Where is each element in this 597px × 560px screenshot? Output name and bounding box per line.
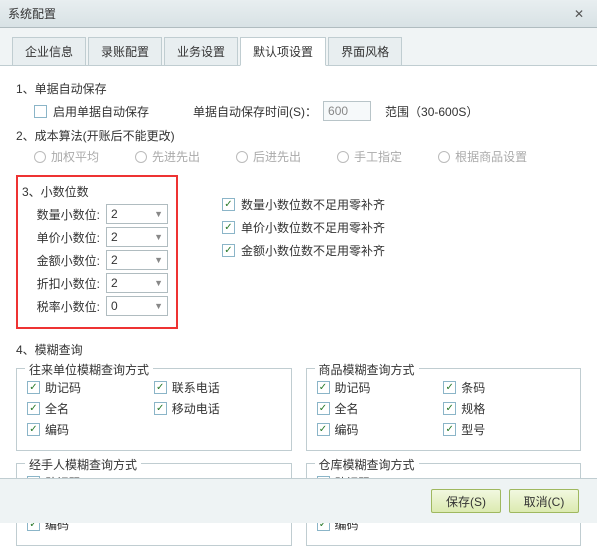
spin-tax-label: 税率小数位: (22, 298, 100, 315)
radio-icon (337, 151, 349, 163)
unit-legend: 往来单位模糊查询方式 (25, 361, 153, 378)
close-icon[interactable]: ✕ (569, 6, 589, 22)
enable-autosave-checkbox[interactable] (34, 105, 47, 118)
chevron-down-icon: ▼ (154, 278, 163, 288)
button-bar: 保存(S) 取消(C) (0, 478, 597, 523)
section1-head: 1、单据自动保存 (16, 80, 581, 97)
interval-label: 单据自动保存时间(S)： (193, 103, 317, 120)
tab-style[interactable]: 界面风格 (328, 37, 402, 66)
save-button[interactable]: 保存(S) (431, 489, 501, 513)
warehouse-legend: 仓库模糊查询方式 (315, 456, 419, 473)
spin-qty[interactable]: 2▼ (106, 204, 168, 224)
unit-mobile-checkbox[interactable] (154, 402, 167, 415)
goods-code-checkbox[interactable] (317, 423, 330, 436)
pad-amount-checkbox[interactable] (222, 244, 235, 257)
radio-bygoods: 根据商品设置 (438, 148, 527, 165)
range-label: 范围（30-600S） (385, 103, 478, 120)
goods-fieldset: 商品模糊查询方式 助记码 全名 编码 条码 规格 型号 (306, 368, 582, 451)
radio-lifo: 后进先出 (236, 148, 301, 165)
unit-phone-checkbox[interactable] (154, 381, 167, 394)
window-title: 系统配置 (8, 5, 569, 22)
radio-icon (236, 151, 248, 163)
tab-ledger[interactable]: 录账配置 (88, 37, 162, 66)
tab-defaults[interactable]: 默认项设置 (240, 37, 326, 66)
tab-company[interactable]: 企业信息 (12, 37, 86, 66)
pad-amount-label: 金额小数位数不足用零补齐 (241, 242, 385, 259)
decimal-highlight-box: 3、小数位数 数量小数位: 2▼ 单价小数位: 2▼ 金额小数位: 2▼ 折扣小数位:… (16, 175, 178, 329)
spin-price-label: 单价小数位: (22, 229, 100, 246)
unit-code-checkbox[interactable] (27, 423, 40, 436)
goods-barcode-checkbox[interactable] (443, 381, 456, 394)
goods-fullname-checkbox[interactable] (317, 402, 330, 415)
title-bar: 系统配置 ✕ (0, 0, 597, 28)
radio-icon (438, 151, 450, 163)
pad-price-label: 单价小数位数不足用零补齐 (241, 219, 385, 236)
unit-fieldset: 往来单位模糊查询方式 助记码 全名 编码 联系电话 移动电话 (16, 368, 292, 451)
radio-weighted: 加权平均 (34, 148, 99, 165)
cancel-button[interactable]: 取消(C) (509, 489, 579, 513)
spin-price[interactable]: 2▼ (106, 227, 168, 247)
unit-fullname-checkbox[interactable] (27, 402, 40, 415)
chevron-down-icon: ▼ (154, 232, 163, 242)
radio-icon (135, 151, 147, 163)
goods-spec-checkbox[interactable] (443, 402, 456, 415)
enable-autosave-label: 启用单据自动保存 (53, 103, 149, 120)
spin-tax[interactable]: 0▼ (106, 296, 168, 316)
goods-model-checkbox[interactable] (443, 423, 456, 436)
interval-input[interactable]: 600 (323, 101, 371, 121)
spin-discount-label: 折扣小数位: (22, 275, 100, 292)
chevron-down-icon: ▼ (154, 301, 163, 311)
handler-legend: 经手人模糊查询方式 (25, 456, 141, 473)
chevron-down-icon: ▼ (154, 255, 163, 265)
spin-amount[interactable]: 2▼ (106, 250, 168, 270)
spin-amount-label: 金额小数位: (22, 252, 100, 269)
section2-head: 2、成本算法(开账后不能更改) (16, 127, 581, 144)
unit-mnemonic-checkbox[interactable] (27, 381, 40, 394)
pad-price-checkbox[interactable] (222, 221, 235, 234)
radio-fifo: 先进先出 (135, 148, 200, 165)
pad-qty-checkbox[interactable] (222, 198, 235, 211)
section3-head: 3、小数位数 (22, 183, 168, 200)
radio-manual: 手工指定 (337, 148, 402, 165)
goods-mnemonic-checkbox[interactable] (317, 381, 330, 394)
spin-discount[interactable]: 2▼ (106, 273, 168, 293)
chevron-down-icon: ▼ (154, 209, 163, 219)
tab-bar: 企业信息 录账配置 业务设置 默认项设置 界面风格 (0, 28, 597, 66)
section4-head: 4、模糊查询 (16, 341, 581, 358)
radio-icon (34, 151, 46, 163)
tab-business[interactable]: 业务设置 (164, 37, 238, 66)
goods-legend: 商品模糊查询方式 (315, 361, 419, 378)
pad-qty-label: 数量小数位数不足用零补齐 (241, 196, 385, 213)
spin-qty-label: 数量小数位: (22, 206, 100, 223)
